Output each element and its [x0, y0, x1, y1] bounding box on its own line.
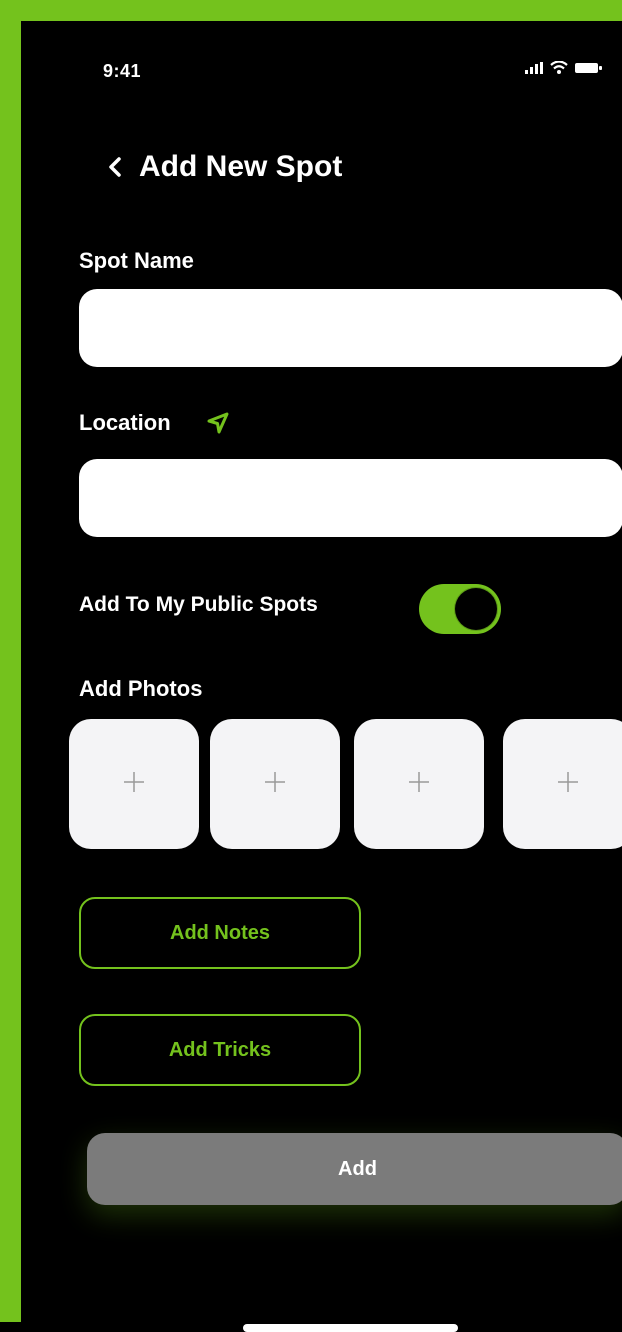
- app-frame: 9:41 Add New Spot Spot Name Location Add…: [0, 0, 622, 1332]
- photo-slot[interactable]: [354, 719, 484, 849]
- add-button[interactable]: Add: [87, 1133, 622, 1205]
- location-label: Location: [79, 410, 171, 435]
- status-time: 9:41: [103, 61, 142, 81]
- photo-slot[interactable]: [210, 719, 340, 849]
- location-arrow-icon[interactable]: [206, 411, 230, 435]
- plus-icon: [407, 770, 431, 799]
- signal-icon: [525, 61, 543, 74]
- plus-icon: [122, 770, 146, 799]
- public-spots-toggle[interactable]: [419, 584, 501, 634]
- add-tricks-button[interactable]: Add Tricks: [79, 1014, 361, 1086]
- spot-name-input[interactable]: [79, 289, 622, 367]
- public-spots-label: Add To My Public Spots: [79, 593, 318, 616]
- home-indicator: [243, 1324, 458, 1332]
- status-icons: [525, 61, 602, 74]
- plus-icon: [556, 770, 580, 799]
- spot-name-label: Spot Name: [79, 248, 194, 273]
- add-notes-button[interactable]: Add Notes: [79, 897, 361, 969]
- back-chevron-icon[interactable]: [103, 156, 125, 178]
- add-photos-label: Add Photos: [79, 676, 203, 701]
- wifi-icon: [550, 61, 568, 74]
- page-title: Add New Spot: [139, 150, 343, 183]
- toggle-knob: [455, 588, 497, 630]
- battery-icon: [575, 62, 602, 73]
- photo-slot[interactable]: [69, 719, 199, 849]
- location-input[interactable]: [79, 459, 622, 537]
- header: Add New Spot: [103, 150, 342, 184]
- photo-slot[interactable]: [503, 719, 622, 849]
- plus-icon: [263, 770, 287, 799]
